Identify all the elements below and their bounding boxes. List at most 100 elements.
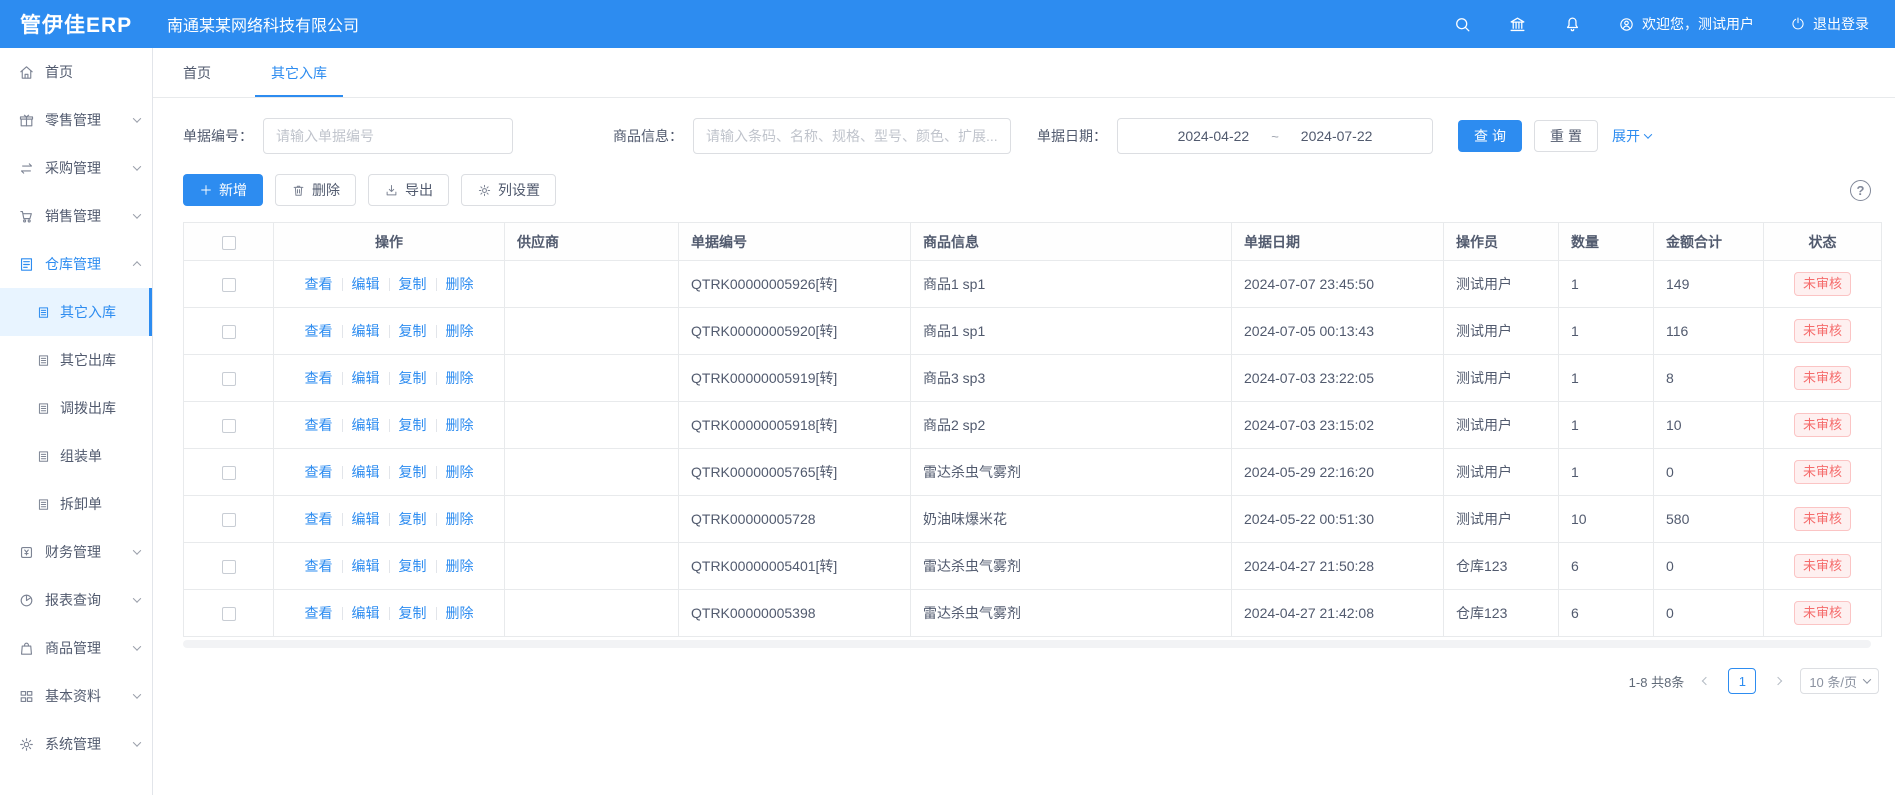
sidebar-subitem-transfer-outbound[interactable]: 调拨出库 [0,384,152,432]
action-link-1[interactable]: 编辑 [352,556,380,576]
logout-label: 退出登录 [1813,14,1869,34]
action-link-3[interactable]: 删除 [446,462,474,482]
action-link-3[interactable]: 删除 [446,321,474,341]
sidebar-item-label: 报表查询 [45,590,101,610]
row-checkbox[interactable] [222,278,236,292]
column-settings-button[interactable]: 列设置 [461,174,556,206]
sidebar-item-warehouse[interactable]: 仓库管理 [0,240,152,288]
action-link-1[interactable]: 编辑 [352,321,380,341]
action-separator [389,607,390,620]
qty-cell: 1 [1559,261,1654,308]
action-link-0[interactable]: 查看 [305,603,333,623]
row-checkbox[interactable] [222,419,236,433]
current-page-button[interactable]: 1 [1728,668,1756,694]
action-link-1[interactable]: 编辑 [352,274,380,294]
logout-button[interactable]: 退出登录 [1790,14,1869,34]
action-link-1[interactable]: 编辑 [352,415,380,435]
action-link-1[interactable]: 编辑 [352,368,380,388]
row-checkbox[interactable] [222,325,236,339]
action-link-3[interactable]: 删除 [446,603,474,623]
sidebar-item-sales[interactable]: 销售管理 [0,192,152,240]
action-link-0[interactable]: 查看 [305,274,333,294]
action-link-0[interactable]: 查看 [305,556,333,576]
action-link-1[interactable]: 编辑 [352,603,380,623]
row-checkbox[interactable] [222,513,236,527]
page-size-value: 10 条/页 [1809,672,1857,691]
sidebar-item-report[interactable]: 报表查询 [0,576,152,624]
action-link-0[interactable]: 查看 [305,462,333,482]
action-link-0[interactable]: 查看 [305,321,333,341]
sidebar-item-finance[interactable]: 财务管理 [0,528,152,576]
help-icon[interactable]: ? [1850,180,1871,201]
action-link-0[interactable]: 查看 [305,415,333,435]
date-to[interactable]: 2024-07-22 [1301,128,1373,144]
table-horizontal-scrollbar[interactable] [183,640,1871,648]
sidebar-item-basic[interactable]: 基本资料 [0,672,152,720]
action-link-2[interactable]: 复制 [399,368,427,388]
prev-page-button[interactable] [1694,668,1718,694]
reset-button[interactable]: 重置 [1534,120,1598,152]
action-link-2[interactable]: 复制 [399,274,427,294]
bell-icon[interactable] [1563,15,1582,34]
action-link-2[interactable]: 复制 [399,603,427,623]
sidebar-subitem-other-inbound[interactable]: 其它入库 [0,288,152,336]
action-link-2[interactable]: 复制 [399,415,427,435]
filter-date: 单据日期： 2024-04-22 ~ 2024-07-22 [1037,118,1433,154]
chevron-down-icon [133,690,141,698]
tab-home[interactable]: 首页 [183,48,211,97]
action-link-3[interactable]: 删除 [446,274,474,294]
action-link-3[interactable]: 删除 [446,368,474,388]
search-button[interactable]: 查询 [1458,120,1522,152]
row-checkbox[interactable] [222,607,236,621]
action-link-2[interactable]: 复制 [399,462,427,482]
sidebar-item-goods[interactable]: 商品管理 [0,624,152,672]
add-button[interactable]: 新增 [183,174,263,206]
sidebar-item-home[interactable]: 首页 [0,48,152,96]
action-link-3[interactable]: 删除 [446,415,474,435]
download-icon [384,183,399,198]
sidebar-subitem-disassembly[interactable]: 拆卸单 [0,480,152,528]
sidebar-subitem-label: 其它出库 [60,350,116,370]
product-info-input[interactable] [693,118,1011,154]
action-toolbar: 新增 删除 导出 列设置 ? [153,168,1895,206]
sidebar-item-purchase[interactable]: 采购管理 [0,144,152,192]
welcome-user[interactable]: 欢迎您，测试用户 [1618,14,1754,34]
date-cell: 2024-07-03 23:15:02 [1232,402,1444,449]
expand-toggle[interactable]: 展开 [1612,126,1651,146]
page-size-select[interactable]: 10 条/页 [1800,668,1879,694]
date-range-picker[interactable]: 2024-04-22 ~ 2024-07-22 [1117,118,1433,154]
delete-button[interactable]: 删除 [275,174,356,206]
bank-icon[interactable] [1508,15,1527,34]
action-link-3[interactable]: 删除 [446,509,474,529]
action-link-2[interactable]: 复制 [399,321,427,341]
next-page-button[interactable] [1766,668,1790,694]
order-no-input[interactable] [263,118,513,154]
search-icon[interactable] [1453,15,1472,34]
action-link-0[interactable]: 查看 [305,509,333,529]
pagination: 1-8 共8条 1 10 条/页 [153,668,1879,694]
table-row: 查看编辑复制删除QTRK00000005920[转]商品1 sp12024-07… [184,308,1882,355]
action-link-2[interactable]: 复制 [399,556,427,576]
sidebar-subitem-other-outbound[interactable]: 其它出库 [0,336,152,384]
action-link-1[interactable]: 编辑 [352,509,380,529]
sidebar-item-label: 销售管理 [45,206,101,226]
tab-other-inbound[interactable]: 其它入库 [271,48,327,97]
sidebar-subitem-label: 组装单 [60,446,102,466]
action-link-1[interactable]: 编辑 [352,462,380,482]
doc-icon [36,305,51,320]
action-link-2[interactable]: 复制 [399,509,427,529]
action-link-3[interactable]: 删除 [446,556,474,576]
row-checkbox[interactable] [222,372,236,386]
export-button[interactable]: 导出 [368,174,449,206]
select-all-checkbox[interactable] [222,236,236,250]
sidebar-item-label: 零售管理 [45,110,101,130]
date-from[interactable]: 2024-04-22 [1178,128,1250,144]
row-checkbox[interactable] [222,466,236,480]
row-checkbox[interactable] [222,560,236,574]
sidebar-item-system[interactable]: 系统管理 [0,720,152,768]
sidebar-subitem-assembly[interactable]: 组装单 [0,432,152,480]
sidebar-item-retail[interactable]: 零售管理 [0,96,152,144]
chevron-down-icon [1644,130,1652,138]
date-cell: 2024-05-22 00:51:30 [1232,496,1444,543]
action-link-0[interactable]: 查看 [305,368,333,388]
